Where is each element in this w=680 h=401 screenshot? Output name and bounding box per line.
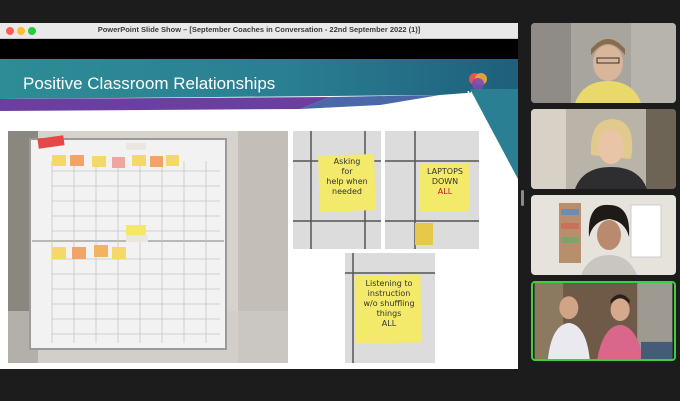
video-tile-participant-3[interactable]: [531, 195, 676, 275]
window-title: PowerPoint Slide Show – [September Coach…: [97, 25, 421, 34]
shared-screen: PowerPoint Slide Show – [September Coach…: [0, 23, 518, 369]
sticky-note-3-text: Listening to instruction w/o shuffling t…: [363, 279, 415, 328]
video-tile-participant-1[interactable]: [531, 23, 676, 103]
sticky-note-1-text: Asking for help when needed: [326, 157, 368, 196]
window-titlebar: PowerPoint Slide Show – [September Coach…: [0, 23, 518, 39]
video-tile-participant-4-active-speaker[interactable]: [531, 281, 676, 361]
slide-title: Positive Classroom Relationships: [23, 74, 276, 93]
whiteboard-photo: [8, 131, 288, 363]
zoom-meeting-window: PowerPoint Slide Show – [September Coach…: [0, 0, 680, 401]
presentation-slide[interactable]: Positive Classroom Relationships MiniPD: [0, 59, 518, 369]
panel-resize-handle[interactable]: [521, 190, 524, 206]
sticky-note-2-text: LAPTOPS DOWN ALL: [426, 167, 464, 196]
video-tile-participant-2[interactable]: [531, 109, 676, 189]
